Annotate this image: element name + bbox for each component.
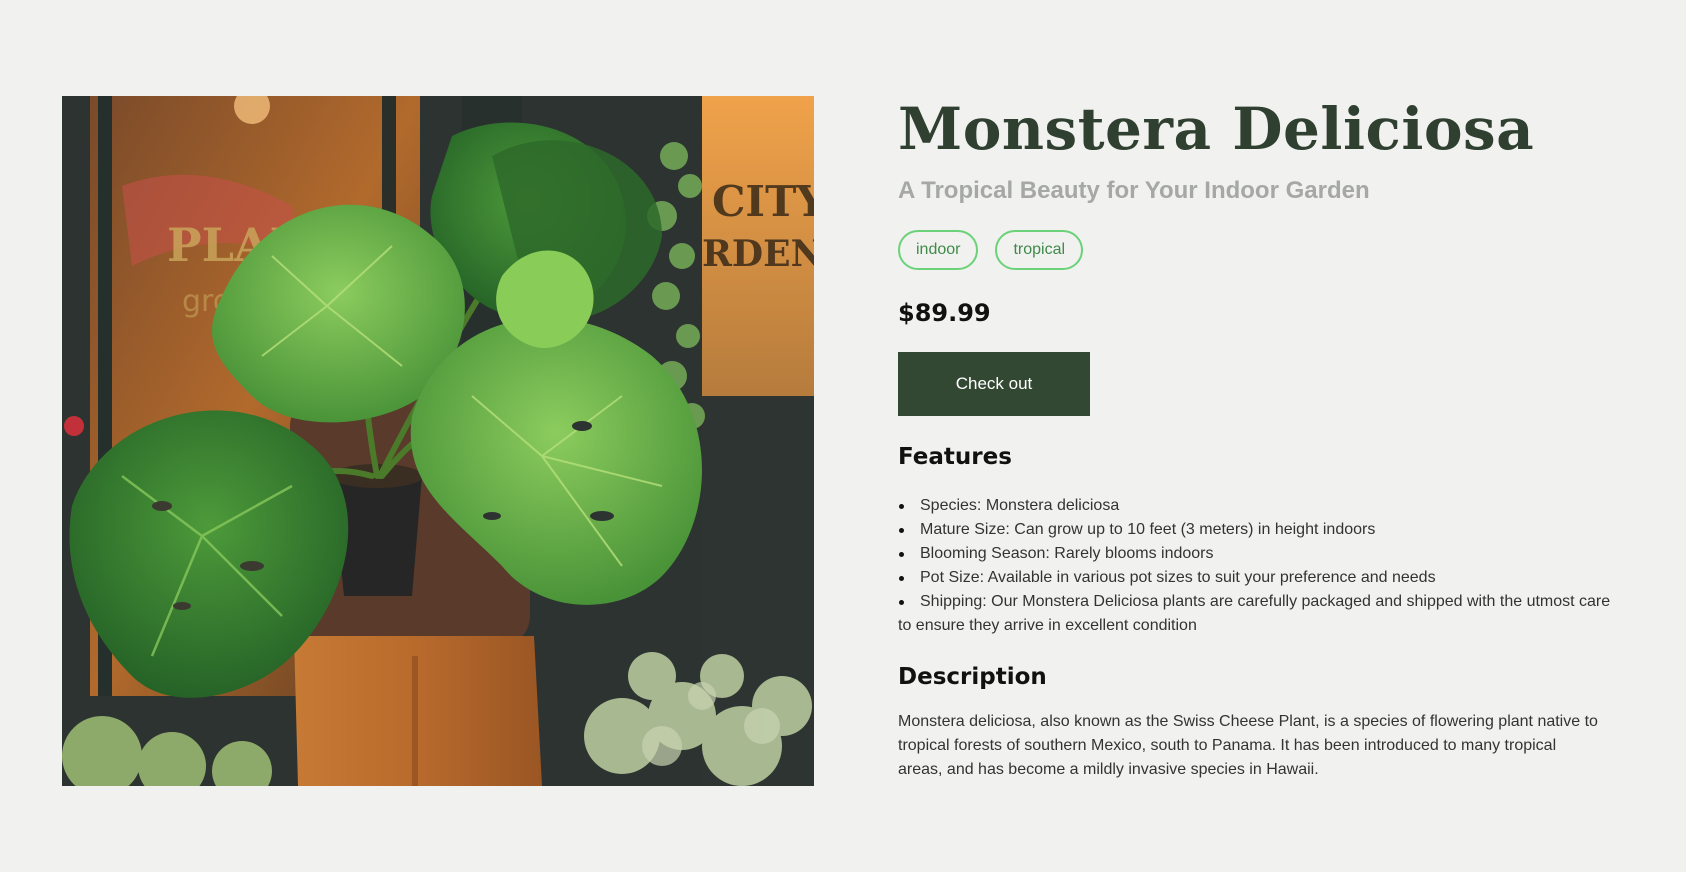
features-heading: Features — [898, 444, 1012, 470]
checkout-button[interactable]: Check out — [898, 352, 1090, 416]
feature-item: Blooming Season: Rarely blooms indoors — [898, 542, 1618, 566]
feature-item: Pot Size: Available in various pot sizes… — [898, 566, 1618, 590]
product-details: Monstera Deliciosa A Tropical Beauty for… — [898, 96, 1618, 782]
tag-tropical[interactable]: tropical — [995, 230, 1084, 270]
feature-item: Mature Size: Can grow up to 10 feet (3 m… — [898, 518, 1618, 542]
description-text: Monstera deliciosa, also known as the Sw… — [898, 713, 1598, 778]
product-title: Monstera Deliciosa — [898, 95, 1535, 163]
product-subtitle: A Tropical Beauty for Your Indoor Garden — [898, 177, 1370, 204]
svg-text:RDENI: RDENI — [702, 233, 814, 275]
tag-indoor[interactable]: indoor — [898, 230, 979, 270]
description-heading: Description — [898, 664, 1047, 690]
monstera-plant-photo: PLAN gro CITY RDENI — [62, 96, 814, 786]
tag-list: indoor tropical — [898, 230, 1618, 270]
feature-item: Species: Monstera deliciosa — [898, 494, 1618, 518]
feature-item: Shipping: Our Monstera Deliciosa plants … — [898, 590, 1618, 638]
product-image: PLAN gro CITY RDENI — [62, 96, 814, 786]
product-page: PLAN gro CITY RDENI — [62, 96, 1622, 786]
product-price: $89.99 — [898, 299, 991, 327]
svg-text:CITY: CITY — [712, 177, 814, 226]
features-list: Species: Monstera deliciosa Mature Size:… — [898, 494, 1618, 638]
